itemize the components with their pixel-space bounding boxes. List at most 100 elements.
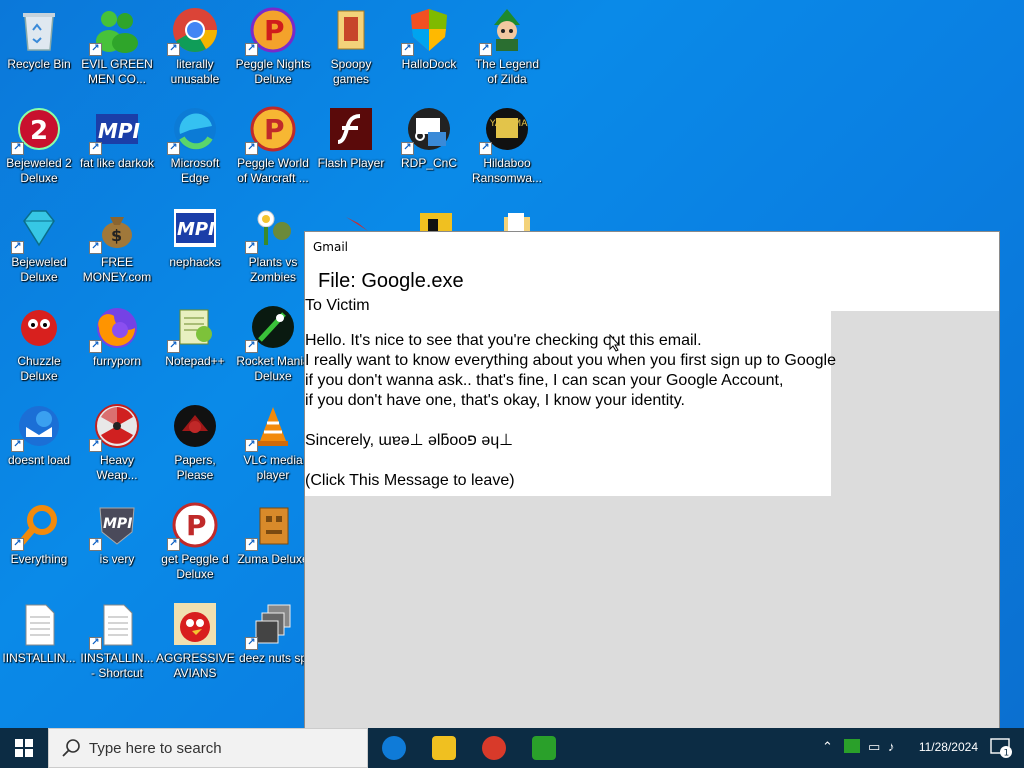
shortcut-arrow-icon: ↗ [245,439,258,452]
gem-icon: ↗ [11,204,63,254]
desktop-icon-label: IINSTALLIN... - Shortcut [80,651,154,680]
taskbar-clock[interactable]: 11/28/2024 [919,740,978,754]
papers-please-icon [171,402,219,450]
zuma-idol-icon: ↗ [245,501,297,551]
stacked-windows-icon: ↗ [245,600,297,650]
taskbar-search-box[interactable]: Type here to search [48,728,368,768]
desktop-icon-free-money[interactable]: $ ↗ FREE MONEY.com [78,198,156,294]
message-body[interactable]: Hello. It's nice to see that you're chec… [305,311,836,496]
desktop-icon-rocket-mania[interactable]: ↗ Rocket Mania Deluxe [234,297,312,393]
desktop-icon-label: Plants vs Zombies [248,255,298,284]
system-tray: ⌃ ▭ ♪ 11/28/2024 1 [814,728,1024,768]
desktop-icon-flash-player[interactable]: Flash Player [312,99,390,195]
desktop-icon-label: The Legend of Zilda [474,57,540,86]
shortcut-arrow-icon: ↗ [479,142,492,155]
desktop-icon-label: Peggle World of Warcraft ... [237,156,309,185]
start-button[interactable] [0,728,48,768]
peggle-icon: P ↗ [245,105,297,155]
desktop-icon-hallodock[interactable]: ↗ HalloDock [390,0,468,96]
desktop-icon-microsoft-edge[interactable]: ↗ Microsoft Edge [156,99,234,195]
shortcut-arrow-icon: ↗ [245,637,258,650]
desktop-icon-label: nephacks [169,255,221,269]
chrome-icon: ↗ [167,6,219,56]
notification-icon[interactable]: 1 [990,738,1012,758]
desktop-icon-installing-shortcut[interactable]: ↗ IINSTALLIN... - Shortcut [78,594,156,690]
desktop-icon-spoopy-games[interactable]: Spoopy games [312,0,390,96]
remote-desktop-icon: ↗ [401,105,453,155]
yashma-logo-icon: YASHMA ↗ [479,105,531,155]
desktop-icon-label: Rocket Mania Deluxe [236,354,310,383]
tray-app-icon[interactable] [844,739,860,753]
shortcut-arrow-icon: ↗ [11,439,24,452]
gmail-popup-window[interactable]: Gmail File: Google.exe To Victim Hello. … [304,231,1000,747]
edge-icon: ↗ [167,105,219,155]
desktop-icon-label: Microsoft Edge [170,156,220,185]
chuzzle-icon [15,303,63,351]
peggle-icon: P ↗ [167,501,219,551]
notification-count: 1 [1004,749,1010,759]
mpi-shield-icon: MPI ↗ [89,501,141,551]
message-line: if you don't wanna ask.. that's fine, I … [305,372,784,389]
popup-header: File: Google.exe To Victim [305,262,999,314]
folder-icon [327,6,375,54]
taskbar-chrome-icon[interactable] [482,736,506,760]
desktop-icon-bejeweled-2[interactable]: 2 ↗ Bejeweled 2 Deluxe [0,99,78,195]
leave-instruction[interactable]: (Click This Message to leave) [305,471,831,491]
tray-chevron-icon[interactable]: ⌃ [822,739,833,755]
desktop-icon-legend-of-zilda[interactable]: ↗ The Legend of Zilda [468,0,546,96]
desktop-icon-is-very[interactable]: MPI ↗ is very [78,495,156,591]
desktop-icon-hildaboo-ransomware[interactable]: YASHMA ↗ Hildaboo Ransomwa... [468,99,546,195]
shortcut-arrow-icon: ↗ [11,538,24,551]
desktop-icon-label: Notepad++ [165,354,225,368]
desktop-icon-papers-please[interactable]: Papers, Please [156,396,234,492]
shortcut-arrow-icon: ↗ [89,637,102,650]
volume-icon[interactable]: ♪ [888,739,895,754]
shortcut-arrow-icon: ↗ [89,43,102,56]
desktop-icon-furryporn[interactable]: ↗ furryporn [78,297,156,393]
desktop-icon-fat-like-darkok[interactable]: MPI ↗ fat like darkok [78,99,156,195]
shortcut-arrow-icon: ↗ [89,439,102,452]
desktop-icon-peggle-world[interactable]: P ↗ Peggle World of Warcraft ... [234,99,312,195]
desktop-icon-label: Heavy Weap... [96,453,138,482]
desktop-icon-vlc[interactable]: ↗ VLC media player [234,396,312,492]
desktop-icon-label: doesnt load [7,453,71,467]
desktop-icon-evil-green-men[interactable]: ↗ EVIL GREEN MEN CO... [78,0,156,96]
desktop-icon-get-peggle[interactable]: P ↗ get Peggle d Deluxe [156,495,234,591]
desktop-icon-aggressive-avians[interactable]: AGGRESSIVE AVIANS [156,594,235,690]
svg-text:MPI: MPI [98,119,140,143]
desktop-icon-zuma-deluxe[interactable]: ↗ Zuma Deluxe [234,495,312,591]
svg-text:$: $ [111,226,122,245]
taskbar-file-explorer-icon[interactable] [432,736,456,760]
desktop-icon-installing[interactable]: IINSTALLIN... [0,594,78,690]
taskbar-app-icon[interactable] [532,736,556,760]
desktop-icon-label: Flash Player [317,156,385,170]
desktop-icon-peggle-nights[interactable]: P ↗ Peggle Nights Deluxe [234,0,312,96]
desktop-icon-recycle-bin[interactable]: Recycle Bin [0,0,78,96]
desktop-icon-literally-unusable[interactable]: ↗ literally unusable [156,0,234,96]
svg-text:P: P [264,113,285,146]
desktop-icon-label: EVIL GREEN MEN CO... [81,57,153,86]
shortcut-arrow-icon: ↗ [245,43,258,56]
svg-text:MPI: MPI [103,516,132,532]
shortcut-arrow-icon: ↗ [245,340,258,353]
network-icon[interactable]: ▭ [868,739,880,755]
desktop-icon-everything[interactable]: ↗ Everything [0,495,78,591]
desktop-icon-label: get Peggle d Deluxe [161,552,229,581]
shortcut-arrow-icon: ↗ [89,241,102,254]
desktop-icon-notepad-plus-plus[interactable]: ↗ Notepad++ [156,297,234,393]
desktop-icon-doesnt-load[interactable]: ↗ doesnt load [0,396,78,492]
rocket-icon: ↗ [245,303,297,353]
desktop-icon-bejeweled-deluxe[interactable]: ↗ Bejeweled Deluxe [0,198,78,294]
desktop-icon-label: IINSTALLIN... [2,651,76,665]
desktop-icon-deez-nuts[interactable]: ↗ deez nuts sp [234,594,312,690]
desktop-icon-chuzzle[interactable]: Chuzzle Deluxe [0,297,78,393]
desktop-icon-plants-vs-zombies[interactable]: ↗ Plants vs Zombies [234,198,312,294]
desktop-icon-rdp-cnc[interactable]: ↗ RDP_CnC [390,99,468,195]
desktop-icon-label: Bejeweled Deluxe [11,255,67,284]
taskbar-edge-icon[interactable] [382,736,406,760]
svg-text:P: P [186,509,207,542]
desktop-icon-heavy-weapon[interactable]: ↗ Heavy Weap... [78,396,156,492]
popup-titlebar[interactable]: Gmail [305,232,999,262]
desktop-icon-nephacks[interactable]: MPI nephacks [156,198,234,294]
message-line: if you don't have one, that's okay, I kn… [305,392,685,409]
